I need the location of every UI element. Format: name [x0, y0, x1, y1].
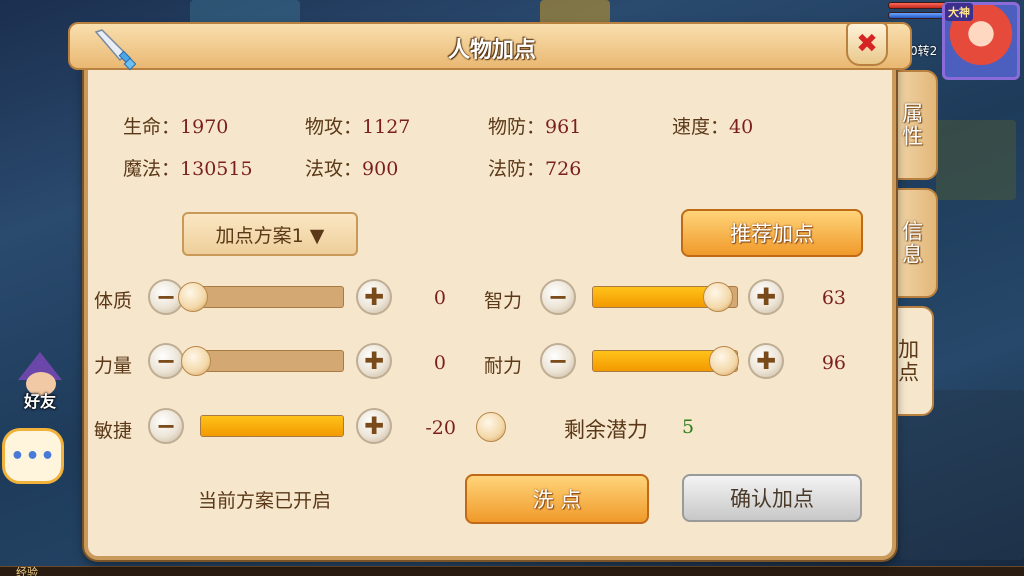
plus-icon: ✚: [363, 347, 385, 375]
constitution-slider-knob[interactable]: [178, 282, 208, 312]
remaining-points-label: 剩余潜力: [564, 418, 648, 442]
plus-icon: ✚: [755, 347, 777, 375]
hp-bar: [888, 2, 946, 9]
minus-icon: −: [547, 347, 569, 375]
hero-title-badge: 大神: [945, 3, 973, 21]
endurance-value: 96: [821, 352, 846, 374]
plus-icon: ✚: [363, 412, 385, 440]
agility-plus-button[interactable]: ✚: [356, 408, 392, 444]
close-icon: ✖: [856, 29, 878, 59]
intelligence-minus-button[interactable]: −: [540, 279, 576, 315]
intelligence-slider-knob[interactable]: [703, 282, 733, 312]
attr-label-intelligence: 智力: [484, 290, 523, 312]
intelligence-plus-button[interactable]: ✚: [748, 279, 784, 315]
confirm-points-button[interactable]: 确认加点: [682, 474, 862, 522]
stat-mana: 魔法：130515: [123, 158, 253, 180]
minus-icon: −: [155, 412, 177, 440]
intelligence-value: 63: [821, 287, 846, 309]
agility-slider-track[interactable]: [200, 415, 344, 437]
stat-physical-defense: 物防：961: [488, 116, 582, 138]
panel-title: 人物加点: [447, 38, 536, 63]
remaining-points-value: 5: [682, 416, 695, 438]
reset-points-button[interactable]: 洗 点: [465, 474, 649, 524]
stat-physical-attack: 物攻：1127: [305, 116, 411, 138]
attr-label-constitution: 体质: [94, 290, 133, 312]
plus-icon: ✚: [755, 283, 777, 311]
strength-value: 0: [433, 352, 446, 374]
sword-icon: [94, 29, 137, 71]
close-button[interactable]: ✖: [846, 22, 888, 66]
stat-hp: 生命：1970: [123, 116, 229, 138]
chat-bubble-icon: •••: [10, 443, 56, 469]
agility-fill: [201, 416, 343, 436]
agility-slider-knob[interactable]: [476, 412, 506, 442]
endurance-slider-knob[interactable]: [709, 346, 739, 376]
attr-label-strength: 力量: [94, 355, 133, 377]
constitution-slider-track[interactable]: [186, 286, 344, 308]
endurance-plus-button[interactable]: ✚: [748, 343, 784, 379]
friends-button[interactable]: 好友: [10, 350, 70, 412]
recommend-points-button[interactable]: 推荐加点: [681, 209, 863, 257]
background-lanterns: [936, 120, 1016, 200]
experience-bar: [0, 566, 1024, 576]
endurance-minus-button[interactable]: −: [540, 343, 576, 379]
plus-icon: ✚: [363, 283, 385, 311]
hero-level: 0转2: [910, 44, 938, 58]
mp-bar: [888, 12, 946, 19]
hero-status-bars: [888, 2, 946, 22]
agility-value: -20: [425, 417, 456, 439]
experience-label: 经验: [16, 566, 38, 576]
friends-label: 好友: [23, 392, 56, 411]
attr-label-agility: 敏捷: [94, 420, 133, 442]
attr-label-endurance: 耐力: [484, 355, 523, 377]
plan-status-text: 当前方案已开启: [198, 490, 332, 512]
minus-icon: −: [155, 283, 177, 311]
chat-button[interactable]: •••: [2, 428, 64, 484]
hero-avatar[interactable]: 大神: [942, 2, 1020, 80]
agility-minus-button[interactable]: −: [148, 408, 184, 444]
strength-slider-knob[interactable]: [181, 346, 211, 376]
minus-icon: −: [547, 283, 569, 311]
constitution-value: 0: [433, 287, 446, 309]
intelligence-fill: [593, 287, 716, 307]
stat-magic-defense: 法防：726: [488, 158, 582, 180]
panel-header: 人物加点: [68, 22, 912, 70]
stat-magic-attack: 法攻：900: [305, 158, 399, 180]
plan-select-dropdown[interactable]: 加点方案1 ▼: [182, 212, 358, 256]
minus-icon: −: [155, 347, 177, 375]
strength-minus-button[interactable]: −: [148, 343, 184, 379]
endurance-fill: [593, 351, 723, 371]
stat-speed: 速度：40: [672, 116, 754, 138]
